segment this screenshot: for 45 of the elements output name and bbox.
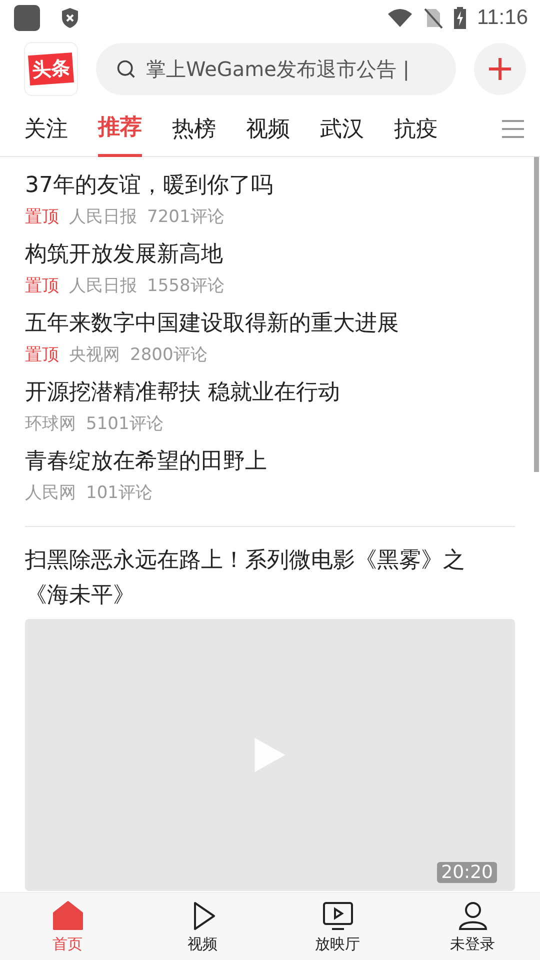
comment-count: 101评论 xyxy=(86,482,152,505)
channel-tab[interactable]: 武汉 xyxy=(320,102,364,156)
news-source: 人民网 xyxy=(25,482,76,505)
pinned-label: 置顶 xyxy=(25,206,59,229)
menu-icon[interactable] xyxy=(502,119,524,139)
nav-tab[interactable]: 放映厅 xyxy=(270,893,405,960)
logo-text: 头条 xyxy=(28,52,74,86)
app-icon xyxy=(14,5,40,31)
shield-icon xyxy=(60,7,80,29)
wifi-icon xyxy=(387,8,413,28)
news-source: 人民日报 xyxy=(69,275,137,298)
news-source: 人民日报 xyxy=(69,206,137,229)
nav-tab[interactable]: 未登录 xyxy=(405,893,540,960)
channel-tab[interactable]: 关注 xyxy=(24,102,68,156)
clock-time: 11:16 xyxy=(477,6,528,30)
pinned-label: 置顶 xyxy=(25,275,59,298)
pinned-label: 置顶 xyxy=(25,344,59,367)
video-title[interactable]: 扫黑除恶永远在路上！系列微电影《黑雾》之《海未平》 xyxy=(25,543,500,613)
comment-count: 2800评论 xyxy=(130,344,208,367)
news-title[interactable]: 37年的友谊，暖到你了吗 xyxy=(25,169,515,203)
app-logo[interactable]: 头条 xyxy=(24,42,78,96)
no-sim-icon xyxy=(423,7,443,29)
comment-count: 7201评论 xyxy=(147,206,224,229)
channel-tab[interactable]: 推荐 xyxy=(98,102,142,156)
comment-count: 1558评论 xyxy=(147,275,224,298)
video-duration: 20:20 xyxy=(437,862,497,883)
plus-icon xyxy=(488,57,512,81)
tv-icon xyxy=(322,900,354,932)
news-title[interactable]: 青春绽放在希望的田野上 xyxy=(25,445,515,479)
user-icon xyxy=(456,900,488,932)
news-title[interactable]: 构筑开放发展新高地 xyxy=(25,238,515,272)
channel-tab[interactable]: 抗疫 xyxy=(394,102,438,156)
channel-tab[interactable]: 视频 xyxy=(246,102,290,156)
comment-count: 5101评论 xyxy=(86,413,164,436)
nav-tab[interactable]: 视频 xyxy=(135,893,270,960)
home-icon xyxy=(52,900,84,932)
channel-tab[interactable]: 热榜 xyxy=(172,102,216,156)
news-source: 环球网 xyxy=(25,413,76,436)
news-title[interactable]: 开源挖潜精准帮扶 稳就业在行动 xyxy=(25,376,515,410)
search-field[interactable]: 掌上WeGame发布退市公告 | xyxy=(96,43,456,95)
news-title[interactable]: 五年来数字中国建设取得新的重大进展 xyxy=(25,307,515,341)
search-icon xyxy=(116,59,136,79)
battery-charging-icon xyxy=(453,6,467,30)
news-source: 央视网 xyxy=(69,344,120,367)
nav-tab[interactable]: 首页 xyxy=(0,893,135,960)
